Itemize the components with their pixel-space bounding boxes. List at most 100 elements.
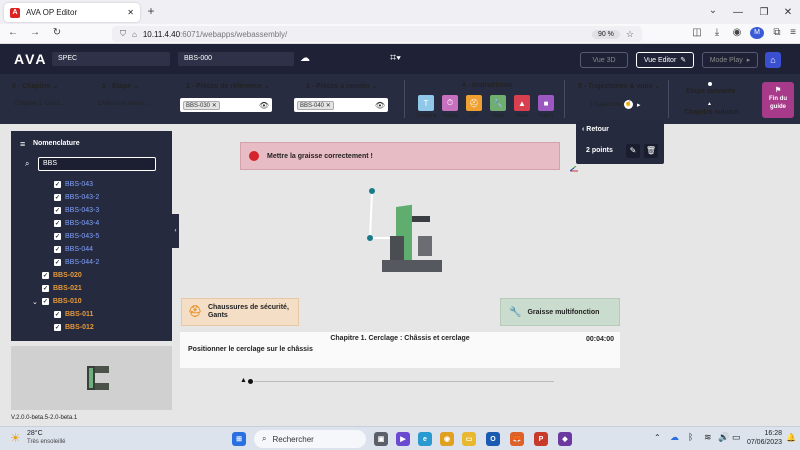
powerpoint-icon[interactable]: P — [534, 432, 548, 446]
weather-temp[interactable]: 28°C — [27, 430, 43, 437]
chevron-up-icon[interactable]: ⌃ — [654, 433, 661, 442]
tree-item[interactable]: ✓ BBS-043 — [54, 178, 93, 191]
menu-lines-icon[interactable]: ≡ — [20, 139, 25, 149]
speaker-icon[interactable]: 🔊 — [718, 432, 729, 443]
teams-icon[interactable]: ▶ — [396, 432, 410, 446]
profile-avatar[interactable]: M — [750, 27, 764, 39]
eye-icon[interactable]: 👁 — [375, 101, 385, 110]
chapitre-suivant-button[interactable]: Chapitre suivant — [684, 109, 739, 116]
tree-checkbox[interactable]: ✓ — [54, 259, 61, 266]
delete-trajectory-icon[interactable]: 🗑 — [644, 144, 658, 158]
cursor-hand-icon[interactable]: ☝ — [624, 100, 633, 109]
timeline-handle[interactable] — [248, 379, 253, 384]
step-timeline[interactable]: ▲ — [238, 377, 558, 387]
firefox-icon[interactable]: 🦊 — [510, 432, 524, 446]
eye-icon[interactable]: 👁 — [259, 101, 269, 110]
collapse-panel-button[interactable]: ‹ — [172, 214, 179, 248]
tree-item[interactable]: ✓ BBS-044-2 — [54, 256, 99, 269]
reload-icon[interactable]: ↻ — [50, 27, 64, 38]
tree-checkbox[interactable]: ✓ — [54, 207, 61, 214]
tree-item[interactable]: ✓ BBS-020 — [42, 269, 82, 282]
bluetooth-icon[interactable]: ᛒ — [688, 432, 693, 442]
explorer-icon[interactable]: ▭ — [462, 432, 476, 446]
task-view-icon[interactable]: ▣ — [374, 432, 388, 446]
taskbar-search[interactable]: ⌕ Rechercher — [254, 430, 366, 448]
app-icon[interactable]: ◆ — [558, 432, 572, 446]
tree-checkbox[interactable]: ✓ — [54, 194, 61, 201]
tree-item[interactable]: ✓ BBS-044 — [54, 243, 93, 256]
window-close-icon[interactable]: ✕ — [780, 4, 796, 20]
trajectoires-selector[interactable]: 5 - Trajectoires & vues ⌄ — [578, 82, 660, 90]
address-bar[interactable]: ⛉ ⌂ 10.11.4.40:6071/webapps/webassembly/… — [112, 26, 642, 42]
windows-start-icon[interactable]: ⊞ — [232, 432, 246, 446]
account-icon[interactable]: ◉ — [730, 27, 744, 38]
capture-icon[interactable]: ⌗▾ — [390, 52, 401, 65]
remove-chip-icon[interactable]: ✕ — [212, 103, 217, 109]
timeline-marker-icon[interactable]: ▲ — [240, 377, 247, 384]
epi-postit[interactable]: ⛑ Chaussures de sécurité, Gants — [181, 298, 299, 326]
downloads-icon[interactable]: ⤓ — [710, 27, 724, 38]
minimize-icon[interactable]: — — [730, 4, 746, 20]
alert-postit[interactable]: Mettre la graisse correctement ! — [240, 142, 560, 170]
pieces-reference-input[interactable]: BBS-030 ✕ 👁 — [180, 98, 272, 112]
browser-tab[interactable]: A AVA OP Editor ✕ — [4, 3, 140, 22]
assembly-field[interactable]: BBS-000 — [178, 52, 294, 66]
extensions-icon[interactable]: ⧉ — [770, 27, 784, 38]
tree-item[interactable]: ✓ BBS-043-4 — [54, 217, 99, 230]
new-tab-icon[interactable]: + — [144, 4, 158, 18]
pieces-reference-selector[interactable]: 2 - Pièces de référence ⌄ — [186, 82, 270, 90]
mode-play-button[interactable]: Mode Play ▸ — [702, 52, 758, 68]
tree-checkbox[interactable]: ✓ — [42, 272, 49, 279]
expand-chevron-icon[interactable]: ⌄ — [32, 298, 38, 306]
clock-time[interactable]: 16:28 — [750, 430, 782, 437]
onedrive-icon[interactable]: ☁ — [670, 432, 679, 443]
tree-checkbox[interactable]: ✓ — [54, 246, 61, 253]
tree-checkbox[interactable]: ✓ — [54, 311, 61, 318]
instruction-temps-button[interactable]: ⏱ — [442, 95, 458, 111]
page-info-icon[interactable]: ⌂ — [132, 30, 137, 39]
home-button[interactable]: ⌂ — [765, 52, 781, 68]
tree-checkbox[interactable]: ✓ — [54, 233, 61, 240]
edge-icon[interactable]: e — [418, 432, 432, 446]
notification-icon[interactable]: 🔔 — [786, 433, 796, 442]
chapitre-selector[interactable]: 0 - Chapitre ⌄ — [12, 82, 58, 90]
instruction-alerte-button[interactable]: ▲ — [514, 95, 530, 111]
tree-item[interactable]: ⌄ ✓ BBS-010 — [32, 295, 82, 308]
pieces-monter-input[interactable]: BBS-040 ✕ 👁 — [294, 98, 388, 112]
etape-selector[interactable]: 1 - Étape ⌄ — [102, 82, 139, 90]
outlook-icon[interactable]: O — [486, 432, 500, 446]
fin-du-guide-button[interactable]: ⚑ Fin du guide — [762, 82, 794, 118]
tree-item[interactable]: ✓ BBS-012 — [54, 321, 94, 334]
pieces-monter-selector[interactable]: 3 - Pièces à monter ⌄ — [306, 82, 378, 90]
outil-postit[interactable]: 🔧 Graisse multifonction — [500, 298, 620, 326]
etape-suivante-button[interactable]: Étape suivante — [686, 88, 735, 95]
3d-model-view[interactable] — [360, 180, 600, 290]
vue-3d-button[interactable]: Vue 3D — [580, 52, 628, 68]
tree-item[interactable]: ✓ BBS-011 — [54, 308, 93, 321]
forward-icon[interactable]: → — [28, 27, 42, 38]
sun-icon[interactable]: ☀ — [10, 431, 21, 445]
pocket-icon[interactable]: ◫ — [690, 27, 704, 38]
vue-editor-button[interactable]: Vue Editor ✎ — [636, 52, 694, 68]
retour-button[interactable]: ‹ Retour — [582, 126, 609, 133]
clock-date[interactable]: 07/06/2023 — [744, 439, 782, 446]
instruction-outils-button[interactable]: 🔧 — [490, 95, 506, 111]
tree-item[interactable]: ✓ BBS-043-5 — [54, 230, 99, 243]
edit-trajectory-icon[interactable]: ✎ — [626, 144, 640, 158]
back-icon[interactable]: ← — [6, 27, 20, 38]
tree-item[interactable]: ✓ BBS-021 — [42, 282, 82, 295]
search-input[interactable]: BBS — [38, 157, 156, 171]
next-trajectory-icon[interactable]: ▸ — [637, 101, 641, 109]
tree-item[interactable]: ✓ BBS-043-2 — [54, 191, 99, 204]
restore-icon[interactable]: ❐ — [756, 4, 772, 20]
instruction-consigne-button[interactable]: T — [418, 95, 434, 111]
menu-icon[interactable]: ≡ — [786, 27, 800, 38]
wifi-icon[interactable]: ≋ — [704, 432, 712, 443]
zoom-level[interactable]: 90 % — [591, 29, 620, 39]
tree-checkbox[interactable]: ✓ — [41, 298, 49, 305]
close-tab-icon[interactable]: ✕ — [127, 8, 134, 17]
instruction-post-it-button[interactable]: ■ — [538, 95, 554, 111]
tree-checkbox[interactable]: ✓ — [54, 220, 61, 227]
tree-checkbox[interactable]: ✓ — [42, 285, 49, 292]
cloud-icon[interactable]: ☁ — [300, 53, 310, 64]
